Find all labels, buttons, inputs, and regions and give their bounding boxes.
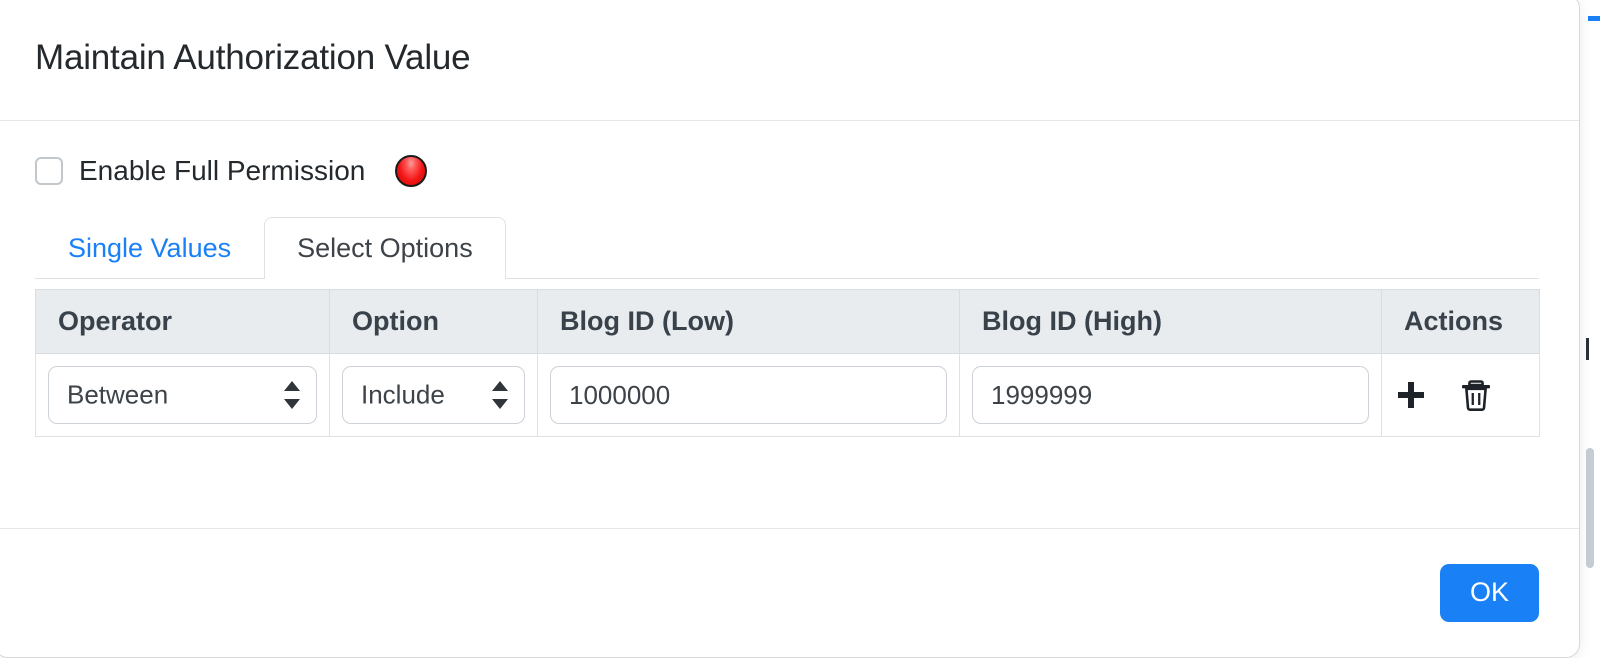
cell-blog-id-high [959,353,1382,437]
red-led-icon [395,155,428,187]
enable-full-permission-label: Enable Full Permission [79,155,366,186]
text-caret [1586,338,1589,360]
tab-bar: Single Values Select Options [35,209,1539,279]
enable-full-permission-checkbox[interactable] [35,157,63,185]
select-options-table-wrap: Operator Option Blog ID (Low) Blog ID (H… [35,289,1540,437]
table-row: Between Include [35,353,1540,437]
ok-button[interactable]: OK [1439,564,1539,622]
tab-select-options[interactable]: Select Options [264,217,506,279]
cell-actions [1381,353,1540,437]
column-header-blog-id-high: Blog ID (High) [959,289,1382,354]
chevron-updown-icon [492,380,508,410]
dialog-header: Maintain Authorization Value [0,0,1579,121]
operator-select[interactable]: Between [48,366,317,424]
cell-blog-id-low [537,353,960,437]
dialog-body: Enable Full Permission Single Values Sel… [0,121,1579,437]
option-select[interactable]: Include [342,366,525,424]
plus-icon[interactable] [1394,378,1428,412]
select-options-table: Operator Option Blog ID (Low) Blog ID (H… [35,289,1540,437]
enable-full-permission-row: Enable Full Permission [35,155,1539,187]
column-header-actions: Actions [1381,289,1540,354]
page-scrollbar-track[interactable] [1586,112,1597,658]
option-select-value: Include [361,379,445,410]
blog-id-high-input[interactable] [972,366,1369,424]
maintain-authorization-value-dialog: Maintain Authorization Value Enable Full… [0,0,1580,658]
column-header-option: Option [329,289,538,354]
background-accent-bar [1588,16,1600,21]
column-header-blog-id-low: Blog ID (Low) [537,289,960,354]
cell-operator: Between [35,353,330,437]
screen: Maintain Authorization Value Enable Full… [0,0,1600,658]
chevron-updown-icon [284,380,300,410]
tab-single-values[interactable]: Single Values [35,217,264,278]
cell-option: Include [329,353,538,437]
operator-select-value: Between [67,379,169,410]
column-header-operator: Operator [35,289,330,354]
blog-id-low-input[interactable] [550,366,947,424]
trash-icon[interactable] [1460,378,1492,412]
table-header-row: Operator Option Blog ID (Low) Blog ID (H… [35,289,1540,354]
page-scrollbar-thumb[interactable] [1586,448,1594,568]
page-title: Maintain Authorization Value [35,37,471,77]
dialog-footer: OK [0,528,1579,657]
